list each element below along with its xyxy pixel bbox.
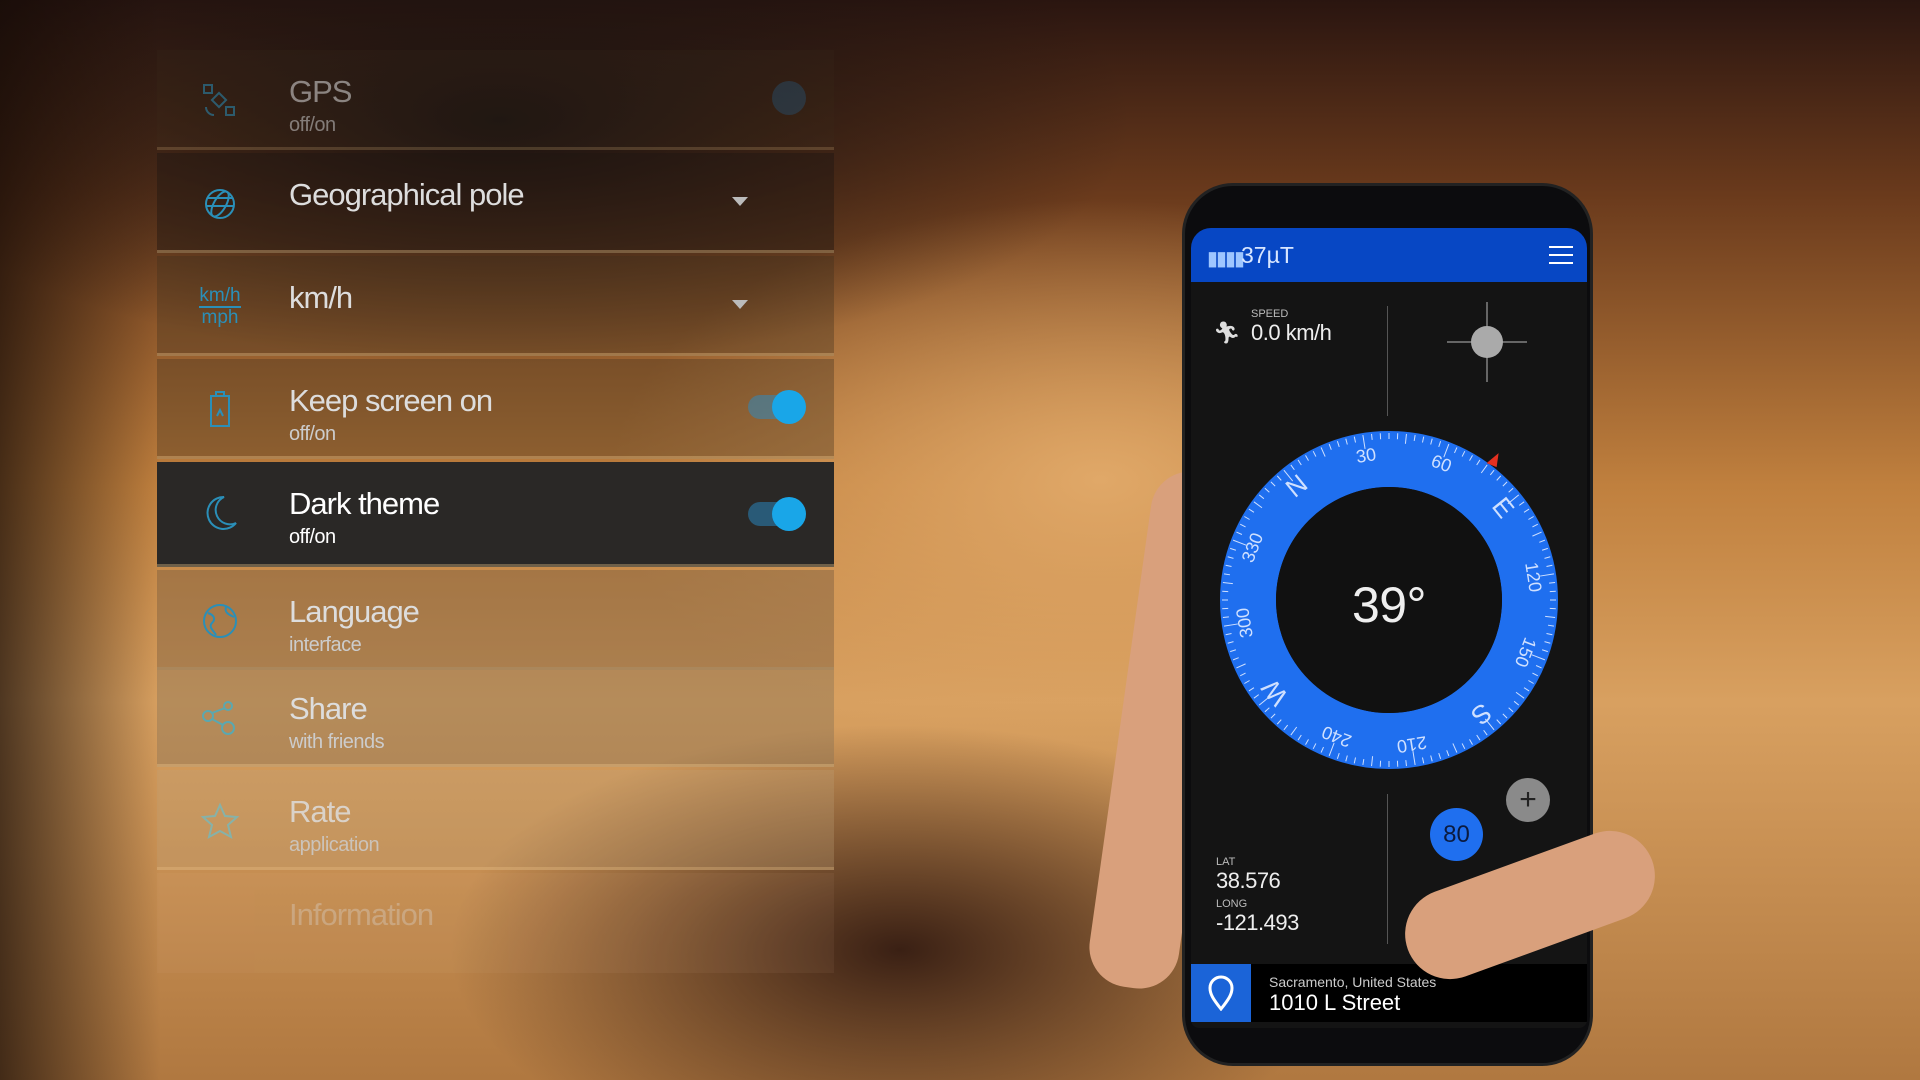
location-city: Sacramento, United States [1269, 974, 1437, 990]
background-shade [0, 0, 160, 1080]
setting-title: Share [289, 691, 368, 726]
units-icon-bottom: mph [201, 307, 239, 328]
location-street: 1010 L Street [1269, 990, 1401, 1015]
setting-title: Information [289, 897, 434, 932]
setting-title: km/h [289, 280, 353, 315]
setting-title: Keep screen on [289, 383, 493, 418]
plus-button[interactable]: + [1506, 778, 1550, 822]
setting-title: Dark theme [289, 486, 440, 521]
satellite-icon [197, 78, 243, 124]
share-icon [197, 695, 243, 741]
location-bar[interactable]: Sacramento, United States 1010 L Street [1191, 964, 1587, 1022]
lat-value: 38.576 [1216, 868, 1281, 893]
star-icon [197, 798, 243, 844]
setting-dark-theme[interactable]: Dark theme off/on [157, 462, 834, 567]
setting-title: GPS [289, 74, 352, 109]
compass-label: 30 [1355, 444, 1378, 467]
keep-screen-toggle[interactable] [748, 390, 806, 424]
units-icon: km/h mph [197, 284, 243, 330]
setting-information[interactable]: Information [157, 873, 834, 973]
compass-tick [1549, 582, 1556, 584]
gps-toggle[interactable] [748, 81, 806, 115]
lat-label: LAT [1216, 856, 1236, 868]
setting-title: Geographical pole [289, 177, 525, 212]
moon-icon [197, 490, 243, 536]
compass-tick [1222, 616, 1229, 618]
battery-icon [197, 387, 243, 433]
location-pin-icon[interactable] [1191, 964, 1251, 1022]
divider [1387, 794, 1388, 944]
setting-subtitle: interface [289, 634, 362, 656]
setting-keep-screen-on[interactable]: Keep screen on off/on [157, 359, 834, 459]
setting-subtitle: off/on [289, 114, 336, 136]
setting-language[interactable]: Language interface [157, 570, 834, 670]
zoom-value-button[interactable]: 80 [1430, 808, 1483, 861]
setting-speed-units[interactable]: km/h mph km/h [157, 256, 834, 356]
setting-title: Rate [289, 794, 351, 829]
long-value: -121.493 [1216, 910, 1299, 935]
setting-geographical-pole[interactable]: Geographical pole [157, 153, 834, 253]
earth-icon [197, 598, 243, 644]
heading-readout: 39° [1351, 577, 1427, 633]
setting-subtitle: with friends [289, 731, 385, 753]
compass-tick [1405, 760, 1407, 767]
dark-theme-toggle[interactable] [748, 497, 806, 531]
setting-share[interactable]: Share with friends [157, 667, 834, 767]
setting-title: Language [289, 594, 420, 629]
long-label: LONG [1216, 898, 1248, 910]
compass-tick [1371, 433, 1373, 440]
dropdown-arrow-icon[interactable] [732, 197, 748, 206]
setting-subtitle: off/on [289, 423, 336, 445]
setting-subtitle: application [289, 834, 380, 856]
setting-subtitle: off/on [289, 526, 336, 548]
dropdown-arrow-icon[interactable] [732, 300, 748, 309]
units-icon-top: km/h [199, 285, 241, 308]
settings-panel: GPS off/on Geographical pole km/h mph km/… [157, 0, 834, 1080]
setting-gps[interactable]: GPS off/on [157, 50, 834, 150]
globe-icon [197, 181, 243, 227]
setting-rate[interactable]: Rate application [157, 770, 834, 870]
info-icon [197, 901, 243, 947]
